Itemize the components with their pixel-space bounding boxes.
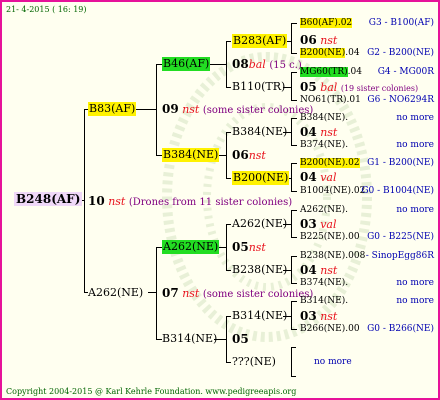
b46-drone-info: 08bal (15 c.)	[232, 57, 302, 71]
node-b283[interactable]: B283(AF)	[232, 34, 288, 48]
b200-drone-info: 04 val	[300, 170, 337, 184]
g4-row-13[interactable]: B314(NE). no more	[300, 295, 436, 307]
drone-note: (Drones from 11 sister colonies)	[128, 197, 293, 208]
node-b46[interactable]: B46(AF)	[162, 57, 211, 71]
b83-drone-info: 09 nst (some sister colonies)	[162, 102, 314, 116]
g4-row-10[interactable]: B225(NE).00 G0 - B225(NE)	[300, 231, 436, 243]
node-b384-gen3[interactable]: B384(NE)	[232, 125, 287, 139]
node-b314-gen3[interactable]: B314(NE)	[232, 309, 287, 323]
a262-drone-info: 07 nst (some sister colonies)	[162, 286, 314, 300]
g4-row-5[interactable]: B384(NE). no more	[300, 112, 436, 124]
pedigree-frame: { "header": "21- 4-2015 ( 16: 19)", "foo…	[0, 0, 440, 400]
timestamp: 21- 4-2015 ( 16: 19)	[6, 5, 87, 14]
copyright-footer: Copyright 2004-2015 @ Karl Kehrle Founda…	[6, 387, 297, 396]
b384-drone-info: 06nst	[232, 148, 266, 162]
node-b314-gen2[interactable]: B314(NE)	[162, 332, 217, 346]
g4-row-2[interactable]: B200(NE).04 G2 - B200(NE)	[300, 47, 436, 59]
root-queen[interactable]: B248(AF)	[14, 192, 83, 206]
b384-gen3-drone-info: 04 nst	[300, 125, 338, 139]
node-unknown[interactable]: ???(NE)	[232, 355, 276, 369]
g4-row-9[interactable]: A262(NE). no more	[300, 204, 436, 216]
g4-row-8[interactable]: B1004(NE).02 G0 - B1004(NE)	[300, 185, 436, 197]
g4-row-1[interactable]: B60(AF).02 G3 - B100(AF)	[300, 17, 436, 29]
g4-row-12[interactable]: B374(NE). no more	[300, 277, 436, 289]
node-b238[interactable]: B238(NE)	[232, 263, 287, 277]
g4-row-3[interactable]: MG60(TR).04 G4 - MG00R	[300, 66, 436, 78]
a262-gen3-drone-info: 03 val	[300, 217, 337, 231]
node-b83[interactable]: B83(AF)	[88, 102, 137, 116]
node-a262-gen3[interactable]: A262(NE)	[232, 217, 287, 231]
root-drone-info: 10 nst (Drones from 11 sister colonies)	[88, 194, 292, 210]
node-b110[interactable]: B110(TR)	[232, 80, 285, 94]
g4-row-7[interactable]: B200(NE).02 G1 - B200(NE)	[300, 157, 436, 169]
b238-drone-info: 04 nst	[300, 263, 338, 277]
num-label: 10	[88, 194, 105, 208]
g4-row-11[interactable]: B238(NE).008 - SinopEgg86R	[300, 250, 436, 262]
g4-row-4[interactable]: NO61(TR).01 G6 - NO6294R	[300, 94, 436, 106]
node-a262-gen1[interactable]: A262(NE)	[88, 286, 143, 300]
a262-gen2-drone-info: 05nst	[232, 240, 266, 254]
b283-drone-info: 06 nst	[300, 33, 338, 47]
node-b200-gen3[interactable]: B200(NE)	[232, 171, 290, 185]
g4-row-14[interactable]: B266(NE).00 G0 - B266(NE)	[300, 323, 436, 335]
b314-drone-info: 05	[232, 332, 249, 346]
g4-row-15[interactable]: no more	[314, 356, 352, 368]
node-a262-gen2[interactable]: A262(NE)	[162, 240, 220, 254]
g4-row-6[interactable]: B374(NE). no more	[300, 139, 436, 151]
b314-gen3-drone-info: 03 nst	[300, 309, 338, 323]
node-b384-gen2[interactable]: B384(NE)	[162, 148, 220, 162]
mark-label: nst	[108, 195, 126, 208]
